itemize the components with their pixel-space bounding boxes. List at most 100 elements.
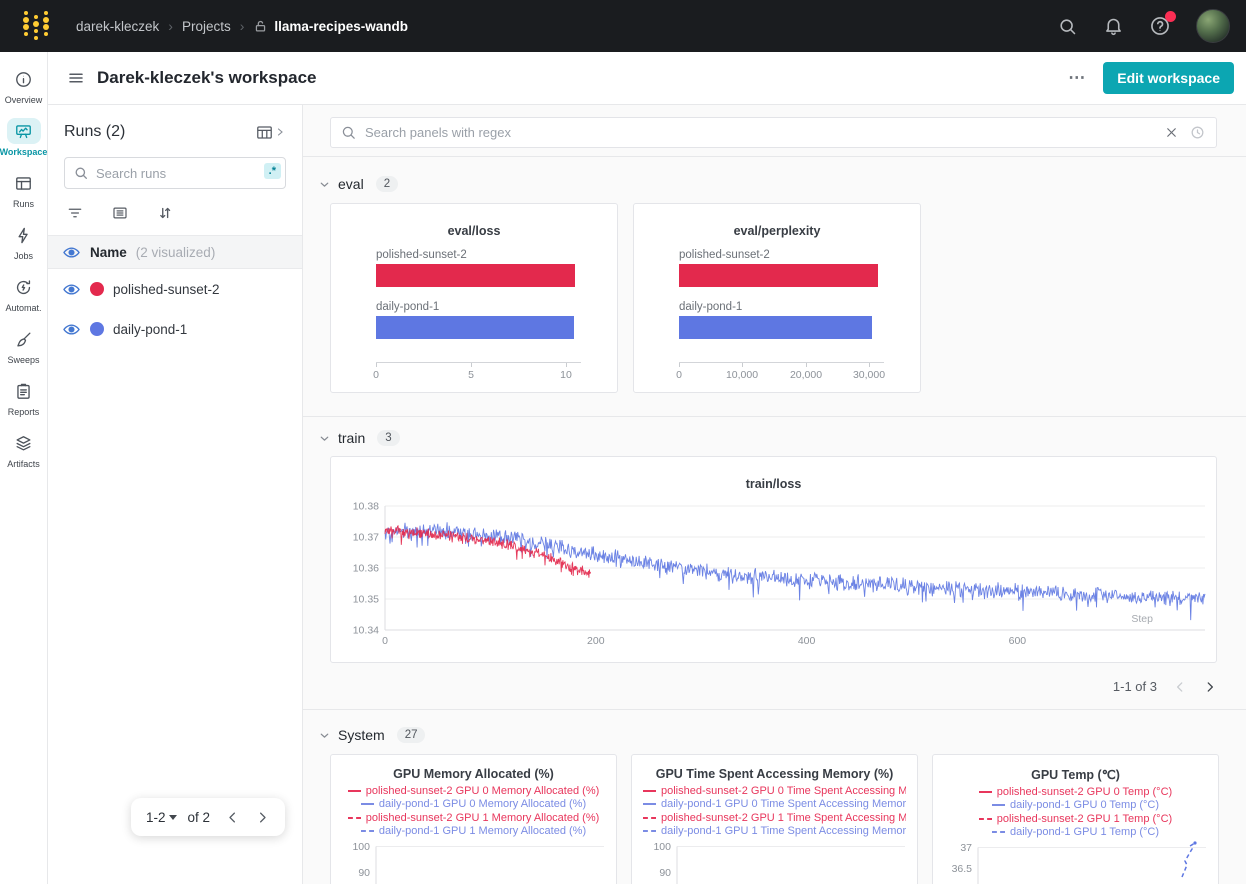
svg-text:36.5: 36.5 <box>952 863 973 875</box>
section-header-system[interactable]: System 27 <box>303 710 1246 743</box>
wandb-logo[interactable] <box>16 6 56 46</box>
section-header-train[interactable]: train 3 <box>303 417 1246 446</box>
search-icon[interactable] <box>1057 16 1078 37</box>
list-view-icon[interactable] <box>111 204 129 222</box>
panel-eval-loss[interactable]: eval/losspolished-sunset-2daily-pond-105… <box>330 203 618 393</box>
panel-list-menu-icon[interactable] <box>67 69 85 87</box>
sidebar-item-label: Sweeps <box>7 355 39 365</box>
sidebar-item-label: Runs <box>13 199 34 209</box>
plot-stub-svg: 3736.5 <box>944 841 1208 884</box>
visibility-eye-icon[interactable] <box>62 243 81 262</box>
edit-workspace-button[interactable]: Edit workspace <box>1103 62 1234 94</box>
svg-text:400: 400 <box>798 635 816 647</box>
top-navbar: darek-kleczek › Projects › llama-recipes… <box>0 0 1246 52</box>
sidebar-item-automat[interactable]: Automat. <box>0 268 48 320</box>
search-runs-input[interactable] <box>64 157 286 189</box>
sidebar-item-artifacts[interactable]: Artifacts <box>0 424 48 476</box>
chart-legend: polished-sunset-2 GPU 0 Temp (°C)daily-p… <box>944 785 1207 839</box>
section-title: System <box>338 727 385 743</box>
legend-label: daily-pond-1 GPU 1 Memory Allocated (%) <box>379 825 586 837</box>
panel-gpu-temp[interactable]: GPU Temp (℃)polished-sunset-2 GPU 0 Temp… <box>932 754 1219 884</box>
runs-table-expand-icon[interactable] <box>255 123 286 142</box>
visibility-eye-icon[interactable] <box>62 320 81 339</box>
section-header-eval[interactable]: eval 2 <box>303 157 1246 192</box>
run-name[interactable]: polished-sunset-2 <box>113 282 220 297</box>
overflow-menu-icon[interactable]: ⋯ <box>1068 68 1087 88</box>
search-icon <box>340 124 357 141</box>
run-color-dot <box>90 282 104 296</box>
clear-search-icon[interactable] <box>1164 125 1179 140</box>
run-color-dot <box>90 322 104 336</box>
sidebar-item-workspace[interactable]: Workspace <box>0 112 48 164</box>
legend-entry: daily-pond-1 GPU 0 Memory Allocated (%) <box>342 798 605 812</box>
plot-stub-svg: 10090 <box>643 840 907 884</box>
chart-title: eval/loss <box>331 224 617 238</box>
run-row[interactable]: daily-pond-1 <box>48 309 302 349</box>
legend-label: polished-sunset-2 GPU 0 Memory Allocated… <box>366 785 600 797</box>
legend-marker <box>361 803 374 805</box>
panel-eval-perplexity[interactable]: eval/perplexitypolished-sunset-2daily-po… <box>633 203 921 393</box>
workspace-icon <box>7 118 41 144</box>
legend-entry: polished-sunset-2 GPU 1 Time Spent Acces… <box>643 811 906 825</box>
legend-marker <box>348 817 361 819</box>
page-size-dropdown[interactable]: 1-2 <box>146 810 178 825</box>
svg-text:Step: Step <box>1131 613 1153 625</box>
chart-legend: polished-sunset-2 GPU 0 Memory Allocated… <box>342 784 605 838</box>
next-page-icon[interactable] <box>255 810 270 825</box>
visibility-eye-icon[interactable] <box>62 280 81 299</box>
legend-label: daily-pond-1 GPU 1 Time Spent Accessing … <box>661 825 906 837</box>
plot-stub-svg: 10090 <box>342 840 606 884</box>
panel-train-loss[interactable]: train/loss10.3810.3710.3610.3510.3402004… <box>330 456 1217 663</box>
sidebar-item-runs[interactable]: Runs <box>0 164 48 216</box>
notification-dot <box>1165 11 1176 22</box>
project-name: llama-recipes-wandb <box>274 19 408 34</box>
sidebar-item-reports[interactable]: Reports <box>0 372 48 424</box>
caret-down-icon <box>169 815 177 820</box>
section-count-badge: 27 <box>397 727 426 743</box>
run-name[interactable]: daily-pond-1 <box>113 322 187 337</box>
next-page-icon[interactable] <box>1203 680 1217 694</box>
bar-label: daily-pond-1 <box>679 301 742 313</box>
breadcrumb-separator: › <box>168 18 173 34</box>
chart-legend: polished-sunset-2 GPU 0 Time Spent Acces… <box>643 784 906 838</box>
chevron-down-icon <box>318 178 331 191</box>
svg-text:10.36: 10.36 <box>353 563 379 575</box>
legend-label: daily-pond-1 GPU 0 Temp (°C) <box>1010 799 1159 811</box>
broom-icon <box>7 326 41 352</box>
run-row[interactable]: polished-sunset-2 <box>48 269 302 309</box>
breadcrumb-user[interactable]: darek-kleczek <box>76 19 159 34</box>
sidebar-item-jobs[interactable]: Jobs <box>0 216 48 268</box>
legend-entry: daily-pond-1 GPU 1 Memory Allocated (%) <box>342 825 605 839</box>
page-of-label: of 2 <box>187 810 210 825</box>
history-clock-icon[interactable] <box>1189 124 1206 141</box>
chart-title: eval/perplexity <box>634 224 920 238</box>
workspace-header: Darek-kleczek's workspace ⋯ Edit workspa… <box>48 52 1246 105</box>
panel-gpu-time-accessing-memory[interactable]: GPU Time Spent Accessing Memory (%)polis… <box>631 754 918 884</box>
legend-entry: polished-sunset-2 GPU 0 Memory Allocated… <box>342 784 605 798</box>
svg-text:0: 0 <box>382 635 388 647</box>
breadcrumb-projects[interactable]: Projects <box>182 19 231 34</box>
chevron-down-icon <box>318 729 331 742</box>
search-panels-input[interactable] <box>330 117 1217 148</box>
legend-label: daily-pond-1 GPU 0 Time Spent Accessing … <box>661 798 906 810</box>
help-icon[interactable] <box>1149 15 1171 37</box>
panel-gpu-memory-allocated[interactable]: GPU Memory Allocated (%)polished-sunset-… <box>330 754 617 884</box>
notifications-bell-icon[interactable] <box>1103 16 1124 37</box>
report-icon <box>7 378 41 404</box>
section-count-badge: 3 <box>377 430 399 446</box>
sidebar-item-sweeps[interactable]: Sweeps <box>0 320 48 372</box>
legend-label: polished-sunset-2 GPU 1 Temp (°C) <box>997 813 1172 825</box>
sidebar-item-overview[interactable]: Overview <box>0 60 48 112</box>
bar-polished-sunset-2 <box>679 264 878 287</box>
train-page-label: 1-1 of 3 <box>1113 679 1157 694</box>
svg-text:90: 90 <box>358 867 370 879</box>
legend-marker <box>979 818 992 820</box>
breadcrumb-project[interactable]: llama-recipes-wandb <box>253 19 408 34</box>
legend-entry: daily-pond-1 GPU 1 Time Spent Accessing … <box>643 825 906 839</box>
prev-page-icon[interactable] <box>1173 680 1187 694</box>
user-avatar[interactable] <box>1196 9 1230 43</box>
filter-icon[interactable] <box>66 204 84 222</box>
sort-icon[interactable] <box>156 204 174 222</box>
regex-toggle-chip[interactable]: .* <box>264 163 281 179</box>
prev-page-icon[interactable] <box>225 810 240 825</box>
